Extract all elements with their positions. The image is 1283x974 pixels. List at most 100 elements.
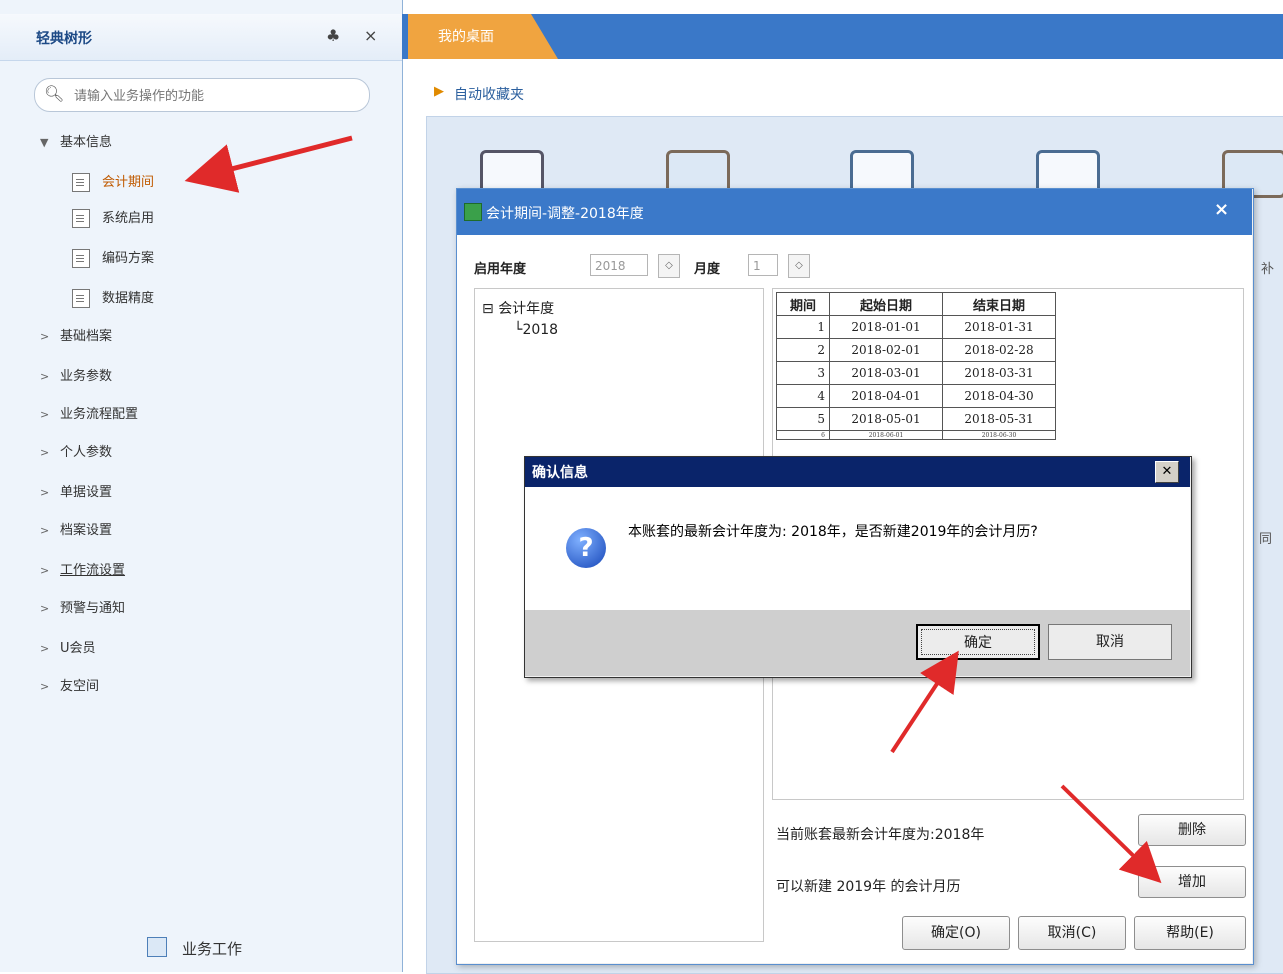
help-button[interactable]: 帮助(E) xyxy=(1134,916,1246,950)
favorites-label[interactable]: 自动收藏夹 xyxy=(454,84,524,104)
start-date-cell: 2018-03-01 xyxy=(829,361,943,385)
close-icon[interactable]: × xyxy=(1214,199,1229,220)
end-date-cell: 2018-05-31 xyxy=(942,407,1056,431)
nav-group-friend-space[interactable]: > 友空间 xyxy=(40,674,99,700)
confirm-ok-button[interactable]: 确定 xyxy=(916,624,1040,660)
left-panel-title: 轻典树形 xyxy=(36,31,92,47)
nav-item-data-precision[interactable]: 数据精度 xyxy=(72,286,154,312)
nav-group-basic-archive[interactable]: > 基础档案 xyxy=(40,324,112,350)
table-row[interactable]: 5 2018-05-01 2018-05-31 xyxy=(776,407,1056,431)
nav-group-basic-info[interactable]: ▼ 基本信息 xyxy=(40,130,112,156)
search-input[interactable] xyxy=(72,84,356,108)
collapsed-arrow-icon: > xyxy=(40,564,50,577)
month-label: 月度 xyxy=(694,262,721,277)
nav-group-label: 预警与通知 xyxy=(60,601,126,616)
collapsed-arrow-icon: > xyxy=(40,486,50,499)
pin-icon[interactable]: ♣ xyxy=(326,26,340,45)
collapsed-arrow-icon: > xyxy=(40,408,50,421)
nav-group-u-member[interactable]: > U会员 xyxy=(40,636,96,662)
focus-rect xyxy=(921,629,1035,655)
confirm-body xyxy=(525,487,1190,610)
collapsed-arrow-icon: > xyxy=(40,602,50,615)
table-row[interactable]: 6 2018-06-01 2018-06-30 xyxy=(776,430,1056,440)
close-icon[interactable]: × xyxy=(364,26,377,45)
delete-button[interactable]: 删除 xyxy=(1138,814,1246,846)
period-table: 期间 起始日期 结束日期 1 2018-01-01 2018-01-31 2 2… xyxy=(776,292,1056,440)
nav-group-archive-settings[interactable]: > 档案设置 xyxy=(40,518,112,544)
confirm-title-bar[interactable] xyxy=(525,457,1190,487)
tree-child-node[interactable]: └2018 xyxy=(514,322,558,338)
nav-group-business-params[interactable]: > 业务参数 xyxy=(40,364,112,390)
tree-root-node[interactable]: ⊟ 会计年度 xyxy=(482,298,554,318)
start-date-cell: 2018-05-01 xyxy=(829,407,943,431)
nav-item-label: 会计期间 xyxy=(102,175,155,190)
tab-label: 我的桌面 xyxy=(438,29,494,45)
question-icon: ? xyxy=(566,528,606,568)
end-date-cell: 2018-04-30 xyxy=(942,384,1056,408)
confirm-message: 本账套的最新会计年度为: 2018年，是否新建2019年的会计月历? xyxy=(628,524,1038,540)
background-text: 补 xyxy=(1261,262,1275,277)
start-date-cell: 2018-06-01 xyxy=(829,430,943,440)
latest-year-info: 当前账套最新会计年度为:2018年 xyxy=(776,827,985,843)
cancel-button[interactable]: 取消(C) xyxy=(1018,916,1126,950)
period-cell: 1 xyxy=(776,315,830,339)
new-calendar-info: 可以新建 2019年 的会计月历 xyxy=(776,879,961,895)
business-work-link[interactable]: 业务工作 xyxy=(182,938,242,959)
start-date-cell: 2018-04-01 xyxy=(829,384,943,408)
confirm-cancel-button[interactable]: 取消 xyxy=(1048,624,1172,660)
nav-group-label: 单据设置 xyxy=(60,485,113,500)
collapsed-arrow-icon: > xyxy=(40,330,50,343)
nav-group-process-config[interactable]: > 业务流程配置 xyxy=(40,402,138,428)
column-header: 结束日期 xyxy=(942,292,1056,316)
document-icon xyxy=(72,249,90,268)
close-icon[interactable]: ✕ xyxy=(1155,461,1179,483)
nav-group-document-settings[interactable]: > 单据设置 xyxy=(40,480,112,506)
period-cell: 6 xyxy=(776,430,830,440)
nav-item-coding-scheme[interactable]: 编码方案 xyxy=(72,246,154,272)
tree-child-label: 2018 xyxy=(522,322,559,338)
year-spinner[interactable]: ◇ xyxy=(658,254,680,278)
nav-item-label: 系统启用 xyxy=(102,211,155,226)
table-header-row: 期间 起始日期 结束日期 xyxy=(776,292,1056,316)
expand-arrow-icon[interactable]: ▶ xyxy=(434,84,444,99)
document-icon xyxy=(72,173,90,192)
collapse-icon[interactable]: ⊟ xyxy=(482,301,494,317)
month-field[interactable]: 1 xyxy=(748,254,778,276)
end-date-cell: 2018-01-31 xyxy=(942,315,1056,339)
table-row[interactable]: 3 2018-03-01 2018-03-31 xyxy=(776,361,1056,385)
period-cell: 5 xyxy=(776,407,830,431)
app-icon xyxy=(464,203,482,221)
start-date-cell: 2018-02-01 xyxy=(829,338,943,362)
collapsed-arrow-icon: > xyxy=(40,680,50,693)
document-icon xyxy=(72,209,90,228)
nav-group-label: 基础档案 xyxy=(60,329,113,344)
nav-group-label: 个人参数 xyxy=(60,445,113,460)
period-cell: 4 xyxy=(776,384,830,408)
table-row[interactable]: 2 2018-02-01 2018-02-28 xyxy=(776,338,1056,362)
dialog-title: 会计期间-调整-2018年度 xyxy=(486,206,644,222)
nav-group-label: 工作流设置 xyxy=(60,563,126,578)
month-spinner[interactable]: ◇ xyxy=(788,254,810,278)
start-year-field[interactable]: 2018 xyxy=(590,254,648,276)
nav-group-personal-params[interactable]: > 个人参数 xyxy=(40,440,112,466)
nav-item-accounting-period[interactable]: 会计期间 xyxy=(72,170,154,196)
collapsed-arrow-icon: > xyxy=(40,370,50,383)
table-row[interactable]: 4 2018-04-01 2018-04-30 xyxy=(776,384,1056,408)
search-icon: 🔍︎ xyxy=(44,84,65,103)
business-work-icon[interactable] xyxy=(147,937,167,957)
add-button[interactable]: 增加 xyxy=(1138,866,1246,898)
start-date-cell: 2018-01-01 xyxy=(829,315,943,339)
nav-group-alerts[interactable]: > 预警与通知 xyxy=(40,596,125,622)
ok-button[interactable]: 确定(O) xyxy=(902,916,1010,950)
nav-group-label: 基本信息 xyxy=(60,135,113,150)
nav-item-system-enable[interactable]: 系统启用 xyxy=(72,206,154,232)
expanded-arrow-icon: ▼ xyxy=(40,136,49,149)
nav-group-label: 业务参数 xyxy=(60,369,113,384)
nav-group-label: 档案设置 xyxy=(60,523,113,538)
collapsed-arrow-icon: > xyxy=(40,524,50,537)
nav-group-workflow-settings[interactable]: > 工作流设置 xyxy=(40,558,125,584)
background-text: 同 xyxy=(1259,532,1273,547)
table-row[interactable]: 1 2018-01-01 2018-01-31 xyxy=(776,315,1056,339)
nav-item-label: 编码方案 xyxy=(102,251,155,266)
confirm-title: 确认信息 xyxy=(532,465,588,481)
